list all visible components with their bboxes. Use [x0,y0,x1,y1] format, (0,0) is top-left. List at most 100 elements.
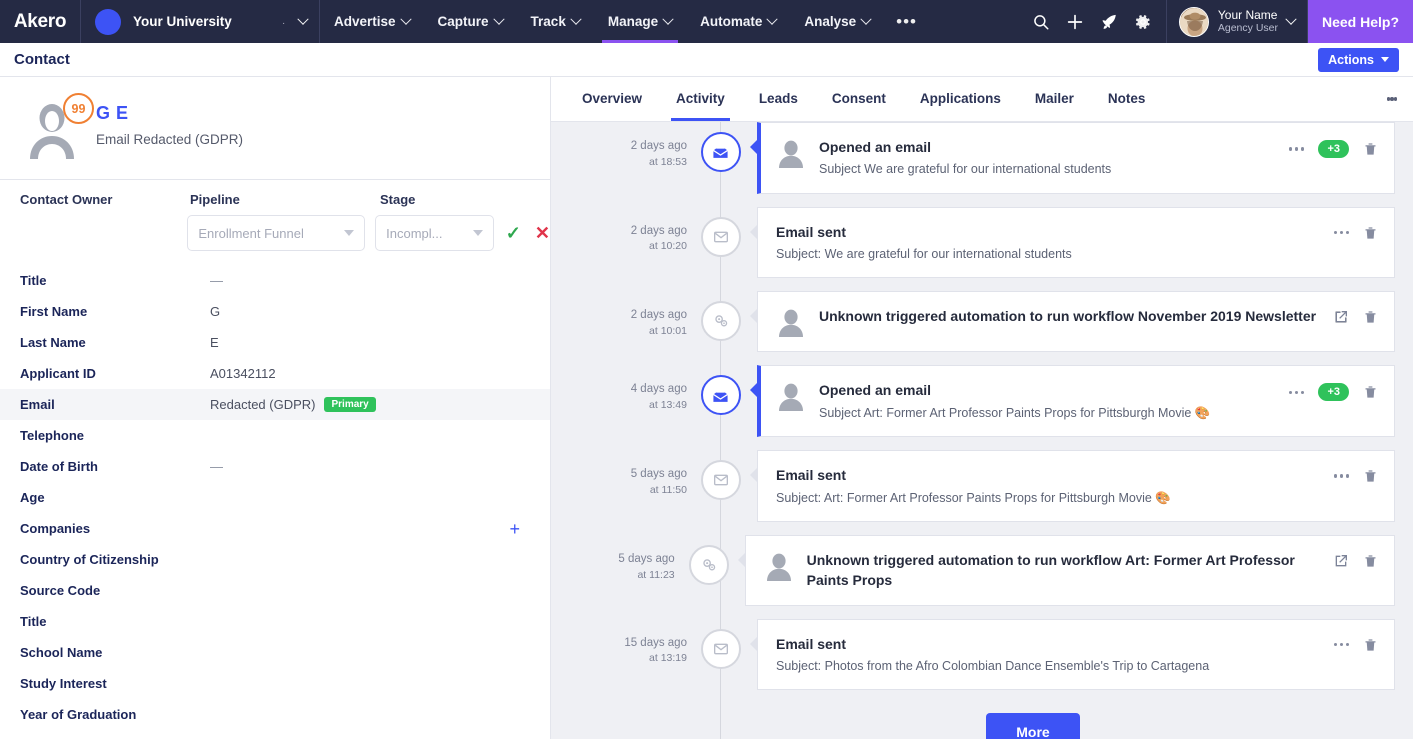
table-row[interactable]: Study Interest [0,668,550,699]
tab-leads[interactable]: Leads [742,77,815,121]
chevron-down-icon [1285,13,1297,25]
search-icon[interactable] [1032,13,1050,31]
field-value: A01342112 [210,366,276,381]
user-menu[interactable]: Your Name Agency User [1165,0,1308,43]
activity-body: Email sent Subject: Photos from the Afro… [776,634,1334,676]
trash-icon[interactable] [1363,553,1378,569]
more-button[interactable]: More [986,713,1080,739]
list-item: 2 days ago at 10:20 Email sent Subject: … [551,206,1395,279]
panel-tabs: Overview Activity Leads Consent Applicat… [550,77,1413,122]
event-ago: 5 days ago [618,553,675,566]
nav-item-capture[interactable]: Capture [424,0,517,43]
activity-card[interactable]: Unknown triggered automation to run work… [737,535,1395,606]
activity-card[interactable]: Email sent Subject: Art: Former Art Prof… [749,450,1395,523]
tab-consent[interactable]: Consent [815,77,903,121]
tab-applications[interactable]: Applications [903,77,1018,121]
table-row[interactable]: School Name [0,637,550,668]
list-item: 2 days ago at 18:53 Opened an email Subj… [551,121,1395,194]
activity-card[interactable]: Unknown triggered automation to run work… [749,291,1395,353]
trash-icon[interactable] [1363,637,1378,653]
trash-icon[interactable] [1363,384,1378,400]
open-count-badge[interactable]: +3 [1318,139,1349,158]
table-row[interactable]: Source Code [0,575,550,606]
table-row[interactable]: Applicant ID A01342112 [0,358,550,389]
more-options-icon[interactable] [1288,390,1305,395]
tab-activity[interactable]: Activity [659,77,742,121]
event-time: at 18:53 [649,155,687,168]
more-options-icon[interactable] [1333,474,1349,478]
confirm-pipeline-button[interactable]: ✓ [506,224,521,242]
table-row[interactable]: Date of Birth — [0,451,550,482]
table-row[interactable]: Country of Citizenship [0,544,550,575]
activity-timeline-scroll[interactable]: 2 days ago at 18:53 Opened an email Subj… [551,121,1413,739]
actions-button[interactable]: Actions [1318,47,1399,72]
activity-card[interactable]: Email sent Subject: We are grateful for … [749,206,1395,279]
trash-icon[interactable] [1363,309,1378,325]
table-row[interactable]: Title [0,606,550,637]
envelope-closed-glyph [713,474,728,486]
chevron-down-icon [492,13,505,25]
more-options-icon[interactable] [1333,230,1349,235]
chevron-down-icon [570,13,582,25]
nav-icon-group [1032,0,1166,43]
nav-label: Manage [607,14,659,29]
field-text: — [210,273,223,288]
table-row[interactable]: First Name G [0,296,550,327]
trash-icon[interactable] [1363,225,1378,241]
nav-overflow-icon[interactable]: ••• [884,0,929,43]
panel-options-icon[interactable] [1371,77,1413,121]
activity-card[interactable]: Opened an email Subject Art: Former Art … [749,365,1395,438]
nav-item-advertise[interactable]: Advertise [320,0,424,43]
open-count-badge[interactable]: +3 [1318,383,1349,402]
tab-mailer[interactable]: Mailer [1018,77,1091,121]
stage-select[interactable]: Incompl... [375,215,494,251]
user-photo [1179,7,1208,36]
event-ago: 15 days ago [624,636,687,649]
rocket-icon[interactable] [1100,13,1118,31]
activity-actions [1333,222,1379,241]
table-row[interactable]: Year of Graduation [0,699,550,730]
column-header-stage: Stage [380,192,416,207]
tab-notes[interactable]: Notes [1091,77,1163,121]
activity-actions [1333,306,1378,325]
table-row[interactable]: Email Redacted (GDPR) Primary [0,389,550,420]
table-row[interactable]: Age [0,482,550,513]
list-item: 4 days ago at 13:49 Opened an email Subj… [551,365,1395,438]
akero-logo[interactable]: Akero [0,0,80,43]
add-company-button[interactable]: + [509,520,520,538]
tab-overview[interactable]: Overview [565,77,659,121]
external-link-icon[interactable] [1333,309,1349,325]
nav-item-analyse[interactable]: Analyse [790,0,884,43]
table-row[interactable]: Telephone [0,420,550,451]
nav-item-automate[interactable]: Automate [686,0,790,43]
nav-label: Track [530,14,566,29]
activity-body: Opened an email Subject We are grateful … [819,137,1289,179]
trash-icon[interactable] [1363,141,1378,157]
activity-subtitle: Subject: Photos from the Afro Colombian … [775,658,1210,673]
more-options-icon[interactable] [1333,642,1349,647]
field-label: Country of Citizenship [20,552,159,567]
email-sent-icon [700,460,741,501]
activity-body: Email sent Subject: We are grateful for … [776,222,1334,264]
pipeline-select[interactable]: Enrollment Funnel [187,215,366,251]
table-row[interactable]: Title — [0,265,550,296]
need-help-button[interactable]: Need Help? [1307,0,1413,43]
nav-label: Automate [700,14,763,29]
external-link-icon[interactable] [1333,553,1349,569]
nav-item-track[interactable]: Track [517,0,594,43]
more-options-icon[interactable] [1288,147,1305,151]
gear-icon[interactable] [1134,13,1152,31]
table-row[interactable]: Companies + [0,513,550,544]
activity-card[interactable]: Email sent Subject: Photos from the Afro… [749,618,1395,691]
organisation-selector[interactable]: Your University . [80,0,320,43]
nav-item-manage[interactable]: Manage [594,0,686,43]
plus-icon[interactable] [1066,13,1084,31]
gears-glyph [715,315,728,327]
activity-card[interactable]: Opened an email Subject We are grateful … [749,121,1395,194]
cancel-pipeline-button[interactable]: ✕ [535,224,550,242]
trash-icon[interactable] [1363,468,1378,484]
event-timestamp: 2 days ago at 10:20 [551,207,699,255]
activity-actions: +3 [1288,380,1378,402]
table-row[interactable]: Last Name E [0,327,550,358]
